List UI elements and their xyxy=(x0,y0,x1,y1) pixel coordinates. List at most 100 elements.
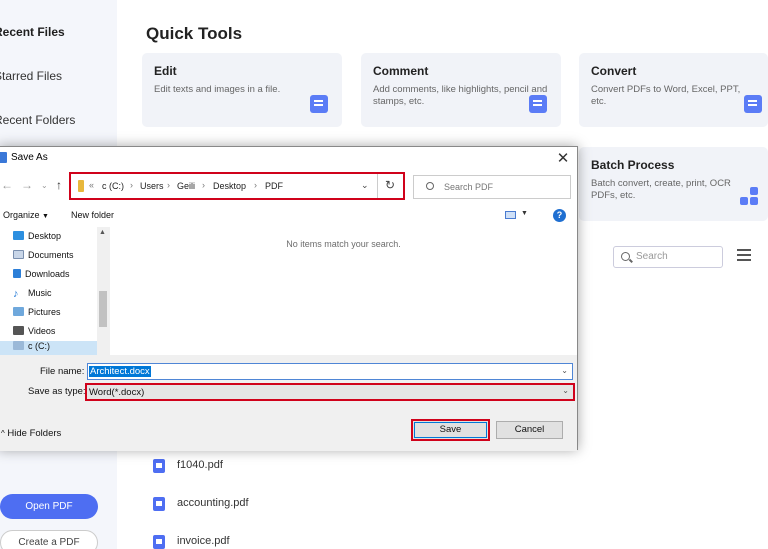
scroll-thumb[interactable] xyxy=(99,291,107,327)
card-desc: Edit texts and images in a file. xyxy=(154,84,281,95)
sidebar-item-recent-files[interactable]: Recent Files xyxy=(0,25,65,39)
pictures-icon xyxy=(13,307,24,316)
tool-card-edit[interactable]: Edit Edit texts and images in a file. xyxy=(142,53,342,127)
breadcrumb-separator-icon: › xyxy=(167,180,170,190)
comment-icon xyxy=(529,95,547,113)
quick-tools-title: Quick Tools xyxy=(146,24,243,43)
tree-label: Pictures xyxy=(28,307,61,317)
refresh-icon[interactable]: ↻ xyxy=(385,178,395,192)
file-name: f1040.pdf xyxy=(177,459,223,471)
tree-item-documents[interactable]: Documents xyxy=(13,250,74,260)
tree-label: Documents xyxy=(28,250,74,260)
save-form: File name: Architect.docx ⌄ Save as type… xyxy=(0,355,577,451)
file-name: invoice.pdf xyxy=(177,535,230,547)
tree-label: Videos xyxy=(28,326,56,336)
drive-icon xyxy=(13,341,24,350)
tree-label: Desktop xyxy=(28,231,62,241)
recent-locations-chevron-icon[interactable]: ⌄ xyxy=(41,181,48,190)
card-title: Edit xyxy=(154,64,177,78)
tree-item-videos[interactable]: Videos xyxy=(13,326,55,336)
divider xyxy=(377,174,378,198)
tool-card-convert[interactable]: Convert Convert PDFs to Word, Excel, PPT… xyxy=(579,53,768,127)
tree-label: Downloads xyxy=(25,269,70,279)
address-bar[interactable]: « c (C:) › Users › Geili › Desktop › PDF… xyxy=(69,172,405,200)
tool-card-comment[interactable]: Comment Add comments, like highlights, p… xyxy=(361,53,561,127)
dialog-title: Save As xyxy=(11,152,48,163)
navigation-row: ← → ⌄ ↑ « c (C:) › Users › Geili › Deskt… xyxy=(0,169,577,205)
app-icon xyxy=(0,152,7,163)
organize-label: Organize xyxy=(3,210,40,220)
tool-card-batch-process[interactable]: Batch Process Batch convert, create, pri… xyxy=(579,147,768,221)
breadcrumb-separator-icon: › xyxy=(202,180,205,190)
edit-icon xyxy=(310,95,328,113)
card-title: Convert xyxy=(591,64,637,78)
breadcrumb-separator-icon: › xyxy=(130,180,133,190)
forward-arrow-icon[interactable]: → xyxy=(21,178,33,192)
empty-message: No items match your search. xyxy=(286,239,401,249)
up-arrow-icon[interactable]: ↑ xyxy=(56,178,62,192)
dialog-titlebar[interactable]: Save As ✕ xyxy=(0,147,577,169)
card-desc: Convert PDFs to Word, Excel, PPT, etc. xyxy=(591,84,741,107)
list-view-icon[interactable] xyxy=(737,249,751,261)
desktop-icon xyxy=(13,231,24,240)
folder-icon xyxy=(78,180,84,192)
recent-search-input[interactable]: Search xyxy=(613,246,723,268)
card-title: Batch Process xyxy=(591,158,675,172)
caret-down-icon[interactable]: ▼ xyxy=(521,210,528,217)
overflow-chevron-icon: « xyxy=(89,180,95,190)
tree-item-downloads[interactable]: Downloads xyxy=(13,269,70,279)
videos-icon xyxy=(13,326,24,335)
scroll-up-icon[interactable]: ▲ xyxy=(99,229,106,236)
chevron-down-icon: ⌄ xyxy=(562,386,569,395)
search-icon xyxy=(621,252,630,261)
save-button[interactable]: Save xyxy=(411,419,490,441)
save-type-value: Word(*.docx) xyxy=(89,387,145,398)
downloads-icon xyxy=(13,269,21,278)
breadcrumb-item[interactable]: Users xyxy=(140,181,164,191)
card-title: Comment xyxy=(373,64,429,78)
open-pdf-button[interactable]: Open PDF xyxy=(0,494,98,519)
file-name: accounting.pdf xyxy=(177,497,249,509)
search-pdf-input[interactable]: Search PDF xyxy=(413,175,571,199)
view-options-icon[interactable] xyxy=(505,211,516,219)
tree-label: c (C:) xyxy=(28,341,50,351)
tree-label: Music xyxy=(28,288,52,298)
help-icon[interactable]: ? xyxy=(553,209,566,222)
breadcrumb-separator-icon: › xyxy=(254,180,257,190)
sidebar-item-recent-folders[interactable]: Recent Folders xyxy=(0,113,75,127)
pdf-file-icon xyxy=(153,459,165,473)
file-name-label: File name: xyxy=(40,366,85,377)
breadcrumb-item[interactable]: PDF xyxy=(265,181,283,191)
save-as-dialog: Save As ✕ ← → ⌄ ↑ « c (C:) › Users › Gei… xyxy=(0,146,578,451)
breadcrumb-item[interactable]: Geili xyxy=(177,181,195,191)
batch-icon xyxy=(740,187,760,207)
pdf-file-icon xyxy=(153,497,165,511)
breadcrumb-item[interactable]: c (C:) xyxy=(102,181,124,191)
tree-item-music[interactable]: ♪ Music xyxy=(13,288,52,300)
search-placeholder: Search xyxy=(636,251,668,262)
chevron-down-icon[interactable]: ⌄ xyxy=(361,180,369,191)
file-list-area: No items match your search. xyxy=(110,227,577,355)
cancel-button[interactable]: Cancel xyxy=(496,421,563,439)
dialog-toolbar: Organize ▼ New folder ▼ ? xyxy=(0,205,577,227)
chevron-up-icon: ^ xyxy=(1,429,5,438)
tree-item-c-drive[interactable]: c (C:) xyxy=(0,341,97,355)
new-folder-button[interactable]: New folder xyxy=(71,210,114,220)
tree-item-desktop[interactable]: Desktop xyxy=(13,231,61,241)
organize-menu[interactable]: Organize ▼ xyxy=(3,210,49,220)
sidebar-item-starred-files[interactable]: Starred Files xyxy=(0,69,62,83)
back-arrow-icon[interactable]: ← xyxy=(1,178,13,192)
documents-icon xyxy=(13,250,24,259)
hide-folders-toggle[interactable]: ^ Hide Folders xyxy=(1,428,61,439)
tree-scrollbar[interactable]: ▲ xyxy=(97,227,109,355)
tree-item-pictures[interactable]: Pictures xyxy=(13,307,61,317)
chevron-down-icon[interactable]: ⌄ xyxy=(561,366,568,375)
save-type-select[interactable]: Word(*.docx) ⌄ xyxy=(85,383,575,401)
close-icon[interactable]: ✕ xyxy=(555,149,571,167)
create-pdf-button[interactable]: Create a PDF xyxy=(0,530,98,549)
file-name-input[interactable]: Architect.docx ⌄ xyxy=(87,363,573,380)
breadcrumb-item[interactable]: Desktop xyxy=(213,181,246,191)
folder-tree: Desktop Documents Downloads ♪ Music Pictu… xyxy=(0,227,109,355)
card-desc: Batch convert, create, print, OCR PDFs, … xyxy=(591,178,731,201)
caret-down-icon: ▼ xyxy=(42,213,49,220)
